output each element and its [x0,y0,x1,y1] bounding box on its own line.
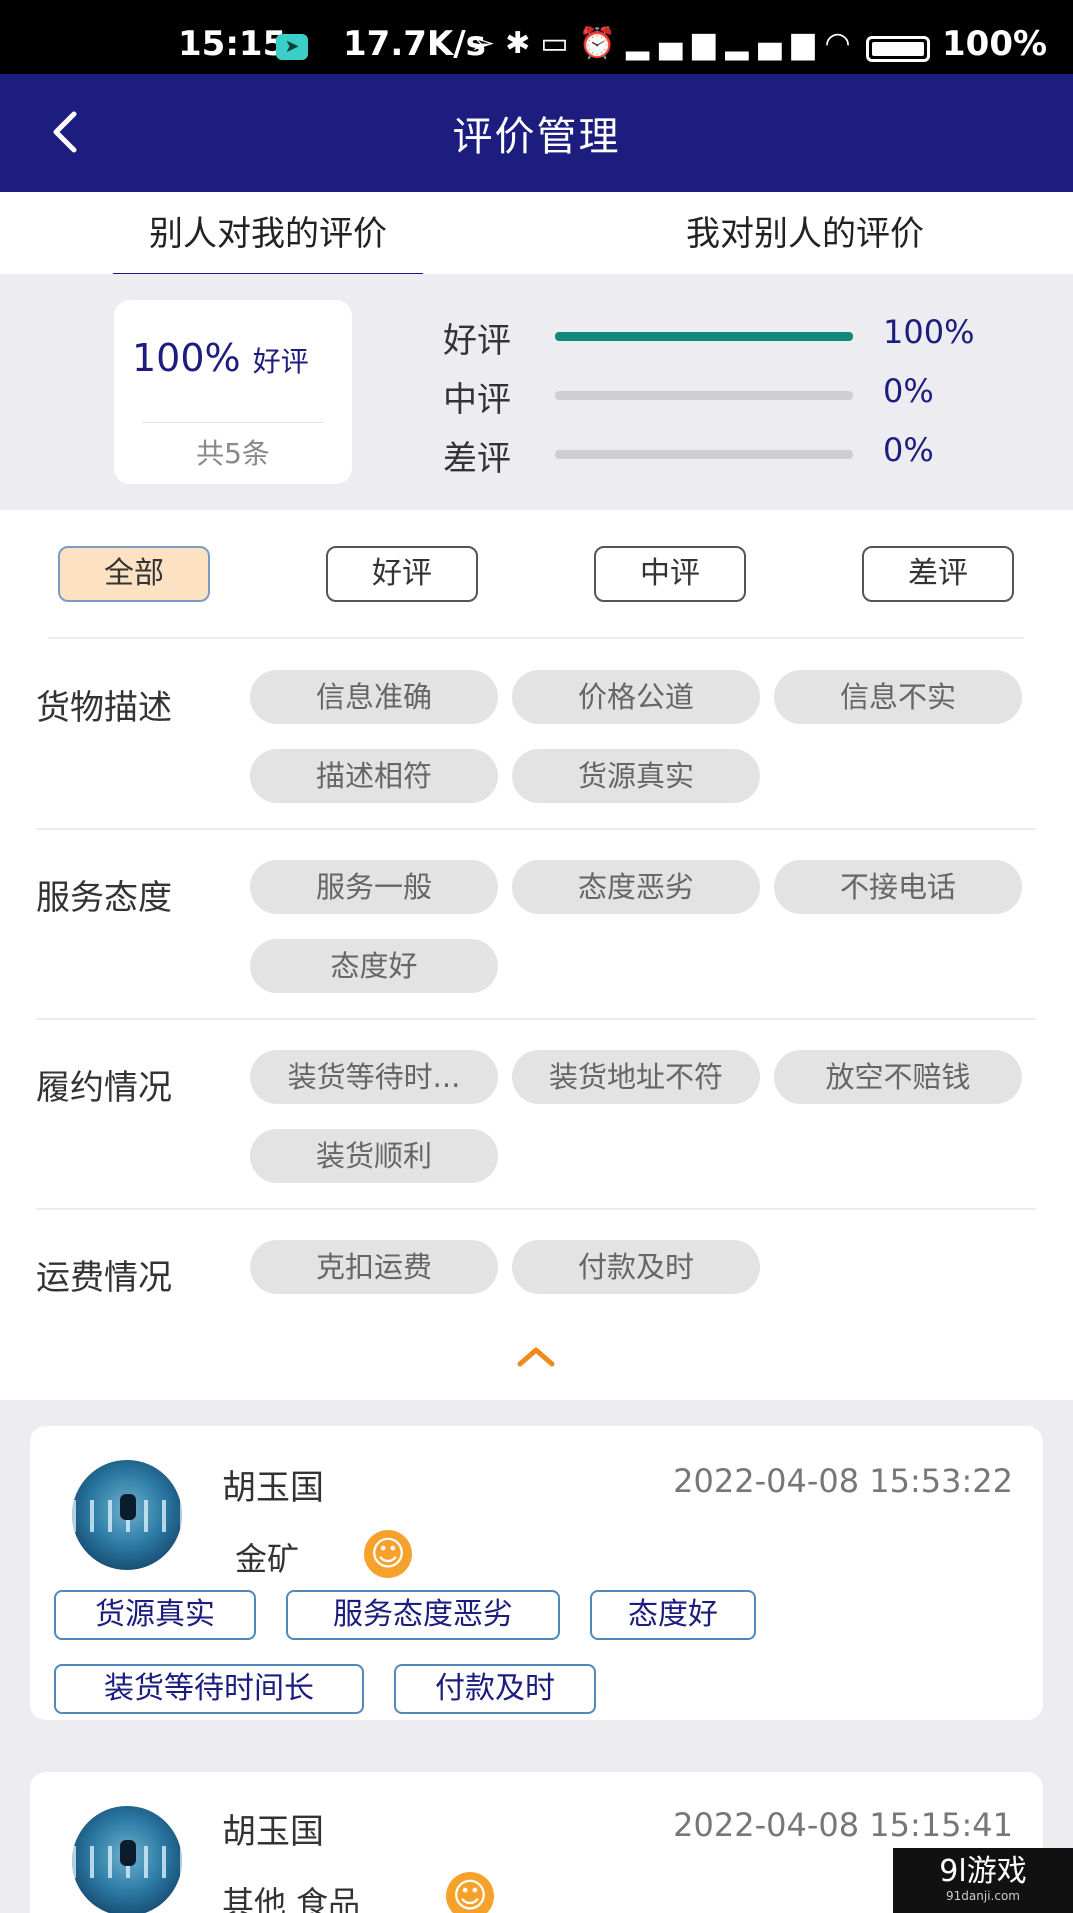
review-tag: 付款及时 [394,1664,596,1714]
review-tag: 态度好 [590,1590,756,1640]
review-tag: 货源真实 [54,1590,256,1640]
category-label: 服务态度 [36,878,172,918]
tag-chip[interactable]: 信息不实 [774,670,1022,724]
bluetooth-icon: ✱ [505,26,541,61]
rating-bar [555,332,853,341]
review-time: 2022-04-08 15:53:22 [673,1462,1013,1500]
status-bar: 15:15 ➤ 17.7K/s ➢✱▭⏰▂▄▆▂▄▆◠ 100% [0,0,1073,74]
filter-bad-button[interactable]: 差评 [862,546,1014,602]
tag-chip[interactable]: 装货地址不符 [512,1050,760,1104]
goods-name: 金矿 [235,1540,300,1578]
app-header: 评价管理 [0,74,1073,192]
rating-label: 好评 [443,321,511,361]
rating-bar [555,391,853,400]
divider [142,422,324,423]
tag-chip[interactable]: 放空不赔钱 [774,1050,1022,1104]
divider [48,637,1024,639]
battery-icon [866,36,930,62]
tag-chip[interactable]: 信息准确 [250,670,498,724]
avatar [72,1806,182,1913]
rating-value: 0% [883,431,934,469]
location-icon: ➢ [470,26,506,61]
review-time: 2022-04-08 15:15:41 [673,1806,1013,1844]
rating-value: 100% [883,313,975,351]
category-label: 履约情况 [36,1068,172,1108]
tag-chip[interactable]: 态度恶劣 [512,860,760,914]
tab-label: 我对别人的评价 [686,214,924,254]
filter-good-button[interactable]: 好评 [326,546,478,602]
tab-received-reviews[interactable]: 别人对我的评价 [113,206,423,278]
review-card[interactable]: 胡玉国 2022-04-08 15:53:22 金矿 ☺ 货源真实 服务态度恶劣… [30,1426,1043,1720]
review-tag: 服务态度恶劣 [286,1590,560,1640]
filter-neutral-button[interactable]: 中评 [594,546,746,602]
rating-value: 0% [883,372,934,410]
filter-panel: 全部 好评 中评 差评 货物描述 信息准确 价格公道 信息不实 描述相符 货源真… [0,510,1073,1400]
status-icons: ➢✱▭⏰▂▄▆▂▄▆◠ [470,26,861,61]
rating-label: 中评 [443,380,511,420]
tag-chip[interactable]: 克扣运费 [250,1240,498,1294]
rating-row-good: 好评 100% [443,309,1003,361]
page-title: 评价管理 [452,114,621,160]
avatar [72,1460,182,1570]
watermark-logo: 9l游戏 91danji.com [893,1848,1073,1913]
chevron-up-icon[interactable] [514,1342,558,1372]
good-percent-label: 好评 [252,345,309,378]
review-card[interactable]: 胡玉国 2022-04-08 15:15:41 其他 食品 ☺ [30,1772,1043,1913]
alarm-icon: ⏰ [578,26,626,61]
app-notification-icon: ➤ [276,34,308,60]
battery-level: 100% [942,24,1048,64]
smile-icon: ☺ [446,1872,494,1913]
rating-row-neutral: 中评 0% [443,368,1003,420]
tag-chip[interactable]: 不接电话 [774,860,1022,914]
tag-chip[interactable]: 服务一般 [250,860,498,914]
divider [36,828,1036,830]
rating-summary: 100% 好评 共5条 好评 100% 中评 0% 差评 0% [0,274,1073,510]
tab-bar: 别人对我的评价 我对别人的评价 [0,192,1073,278]
rating-bar-fill [555,332,853,341]
tag-chip[interactable]: 付款及时 [512,1240,760,1294]
tab-given-reviews[interactable]: 我对别人的评价 [640,206,970,266]
category-label: 运费情况 [36,1258,172,1298]
tag-chip[interactable]: 货源真实 [512,749,760,803]
tag-chip[interactable]: 装货顺利 [250,1129,498,1183]
divider [36,1018,1036,1020]
rating-label: 差评 [443,439,511,479]
divider [36,1208,1036,1210]
tag-chip[interactable]: 描述相符 [250,749,498,803]
filter-all-button[interactable]: 全部 [58,546,210,602]
summary-card: 100% 好评 共5条 [114,300,352,484]
reviewer-name: 胡玉国 [222,1812,324,1852]
watermark-text: 9l游戏 [939,1854,1027,1889]
category-label: 货物描述 [36,688,172,728]
review-total: 共5条 [196,437,270,470]
vibrate-icon: ▭ [540,26,579,61]
review-tag: 装货等待时间长 [54,1664,364,1714]
good-percent-value: 100% [132,336,241,380]
tag-chip[interactable]: 价格公道 [512,670,760,724]
wifi-icon: ◠ [824,26,861,61]
tag-chip[interactable]: 装货等待时... [250,1050,498,1104]
smile-icon: ☺ [364,1530,412,1578]
rating-bar [555,450,853,459]
goods-name: 其他 食品 [222,1884,361,1913]
good-percent: 100% 好评 [132,336,309,380]
rating-row-bad: 差评 0% [443,427,1003,479]
status-time: 15:15 [178,24,287,64]
tag-chip[interactable]: 态度好 [250,939,498,993]
signal-hd-icon: ▂▄▆ [626,26,726,61]
tab-label: 别人对我的评价 [149,214,387,254]
watermark-url: 91danji.com [946,1889,1020,1903]
network-speed: 17.7K/s [343,24,486,64]
reviewer-name: 胡玉国 [222,1468,324,1508]
signal-hd-icon: ▂▄▆ [725,26,825,61]
